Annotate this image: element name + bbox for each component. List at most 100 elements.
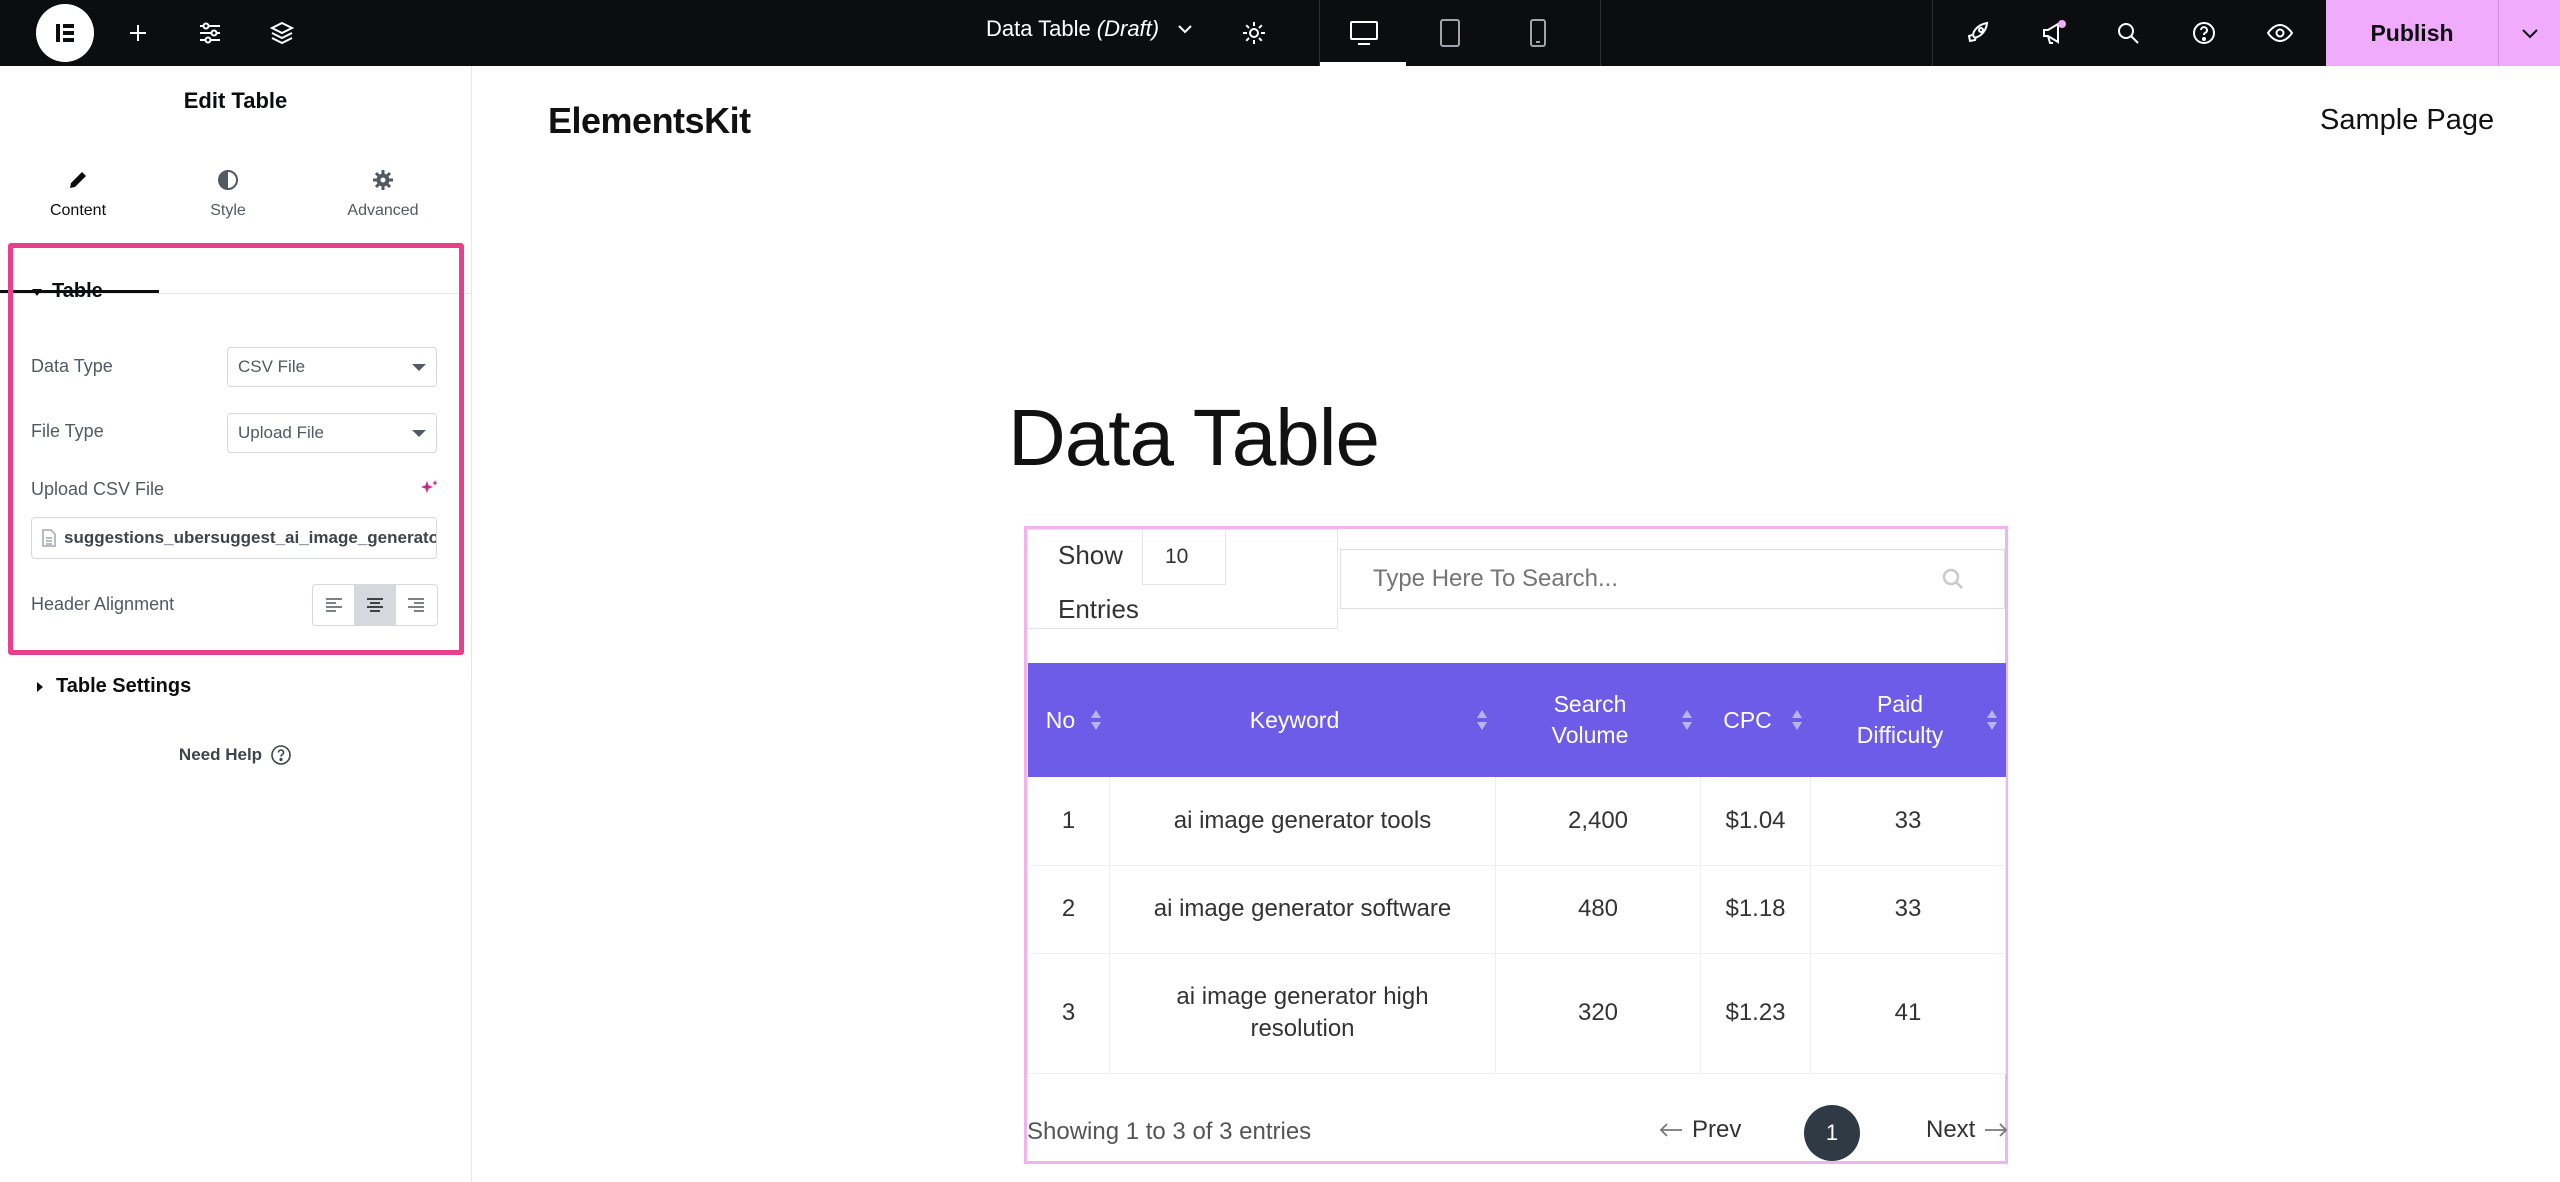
- table-info: Showing 1 to 3 of 3 entries: [1027, 1118, 1312, 1145]
- header-label: Keyword: [1249, 706, 1340, 733]
- section-table-toggle[interactable]: Table: [30, 280, 103, 303]
- header-label: No: [1045, 706, 1076, 733]
- mobile-view-icon[interactable]: [1516, 11, 1560, 55]
- section-table-settings-toggle[interactable]: Table Settings: [34, 675, 191, 698]
- document-status: (Draft): [1096, 16, 1160, 41]
- file-name: suggestions_ubersuggest_ai_image_generat…: [64, 528, 437, 547]
- help-circle-icon: [270, 744, 292, 766]
- caret-down-icon: [412, 364, 426, 371]
- next-page-button[interactable]: Next: [1926, 1116, 2009, 1144]
- show-label: Show: [1058, 540, 1124, 570]
- divider: [1932, 0, 1933, 66]
- header-label: Search Volume: [1551, 691, 1629, 748]
- publish-button[interactable]: Publish: [2326, 0, 2498, 66]
- chevron-down-icon: [1175, 19, 1195, 39]
- elementor-logo-icon[interactable]: [36, 4, 94, 62]
- align-center-icon[interactable]: [354, 585, 396, 625]
- top-bar: Data Table (Draft) Publish: [0, 0, 2560, 66]
- table-cell: ai image generator high resolution: [1109, 953, 1496, 1074]
- table-cell: ai image generator tools: [1109, 777, 1496, 866]
- caret-down-icon: [32, 288, 42, 296]
- layers-icon[interactable]: [262, 13, 302, 53]
- table-cell: 2: [1027, 865, 1110, 954]
- file-icon: [42, 529, 56, 547]
- search-icon[interactable]: [1940, 566, 1966, 592]
- page-heading: Data Table: [1008, 393, 1380, 482]
- divider: [1319, 0, 1320, 66]
- sort-icon: [1791, 709, 1803, 731]
- table-cell: 33: [1810, 865, 2006, 954]
- header-alignment-group: [312, 584, 438, 626]
- page-1-button[interactable]: 1: [1804, 1105, 1860, 1161]
- file-type-select[interactable]: Upload File: [227, 413, 437, 453]
- caret-down-icon: [412, 430, 426, 437]
- document-title[interactable]: Data Table (Draft): [986, 0, 1195, 58]
- sort-icon: [1681, 709, 1693, 731]
- rocket-icon[interactable]: [1958, 13, 1998, 53]
- column-header-keyword[interactable]: Keyword: [1109, 663, 1496, 777]
- page-settings-gear-icon[interactable]: [1234, 13, 1274, 53]
- section-title: Table: [52, 280, 103, 302]
- site-brand[interactable]: ElementsKit: [548, 100, 751, 142]
- entries-label: Entries: [1058, 594, 1139, 624]
- table-cell: 1: [1027, 777, 1110, 866]
- divider: [1600, 0, 1601, 66]
- header-alignment-label: Header Alignment: [31, 594, 175, 614]
- tab-label: Advanced: [347, 202, 419, 219]
- align-left-icon[interactable]: [313, 585, 354, 625]
- caret-right-icon: [37, 681, 43, 692]
- tablet-view-icon[interactable]: [1428, 11, 1472, 55]
- sort-icon: [1476, 709, 1488, 731]
- column-header-no[interactable]: No: [1027, 663, 1110, 777]
- nav-link-sample-page[interactable]: Sample Page: [2320, 104, 2494, 137]
- arrow-left-icon: [1658, 1121, 1684, 1139]
- data-type-value: CSV File: [238, 357, 306, 376]
- table-cell: $1.04: [1700, 777, 1811, 866]
- need-help-label: Need Help: [178, 745, 263, 764]
- upload-csv-label: Upload CSV File: [31, 479, 165, 499]
- table-row: 1 ai image generator tools 2,400 $1.04 3…: [1027, 777, 2006, 866]
- column-header-paid-difficulty[interactable]: Paid Difficulty: [1810, 663, 2006, 777]
- announcements-megaphone-icon[interactable]: [2034, 13, 2074, 53]
- sort-icon: [1986, 709, 1998, 731]
- search-icon[interactable]: [2108, 13, 2148, 53]
- file-type-label: File Type: [31, 421, 104, 441]
- table-cell: $1.23: [1700, 953, 1811, 1074]
- section-title: Table Settings: [56, 675, 192, 697]
- align-right-icon[interactable]: [396, 585, 437, 625]
- tab-label: Style: [210, 202, 246, 219]
- next-label: Next: [1926, 1116, 1976, 1143]
- sort-icon: [1090, 709, 1102, 731]
- column-header-search-volume[interactable]: Search Volume: [1495, 663, 1701, 777]
- data-type-select[interactable]: CSV File: [227, 347, 437, 387]
- table-row: 2 ai image generator software 480 $1.18 …: [1027, 865, 2006, 954]
- prev-label: Prev: [1692, 1116, 1742, 1143]
- table-cell: 480: [1495, 865, 1701, 954]
- entries-select[interactable]: 10: [1142, 529, 1226, 585]
- table-cell: 3: [1027, 953, 1110, 1074]
- uploaded-file-field[interactable]: suggestions_ubersuggest_ai_image_generat…: [31, 517, 437, 559]
- table-header-row: No Keyword Search Volume CPC Paid Diffic…: [1027, 663, 2006, 777]
- prev-page-button[interactable]: Prev: [1658, 1116, 1741, 1144]
- header-label: CPC: [1723, 706, 1772, 733]
- header-label: Paid Difficulty: [1856, 691, 1944, 748]
- table-cell: 2,400: [1495, 777, 1701, 866]
- table-search-box: [1340, 549, 2005, 609]
- arrow-right-icon: [1983, 1121, 2009, 1139]
- desktop-view-icon[interactable]: [1342, 11, 1386, 55]
- ai-sparkle-icon[interactable]: [418, 478, 440, 500]
- panel-title: Edit Table: [183, 88, 288, 113]
- gear-icon: [371, 166, 395, 194]
- table-cell: 320: [1495, 953, 1701, 1074]
- table-cell: 33: [1810, 777, 2006, 866]
- preview-eye-icon[interactable]: [2260, 13, 2300, 53]
- need-help-link[interactable]: Need Help: [0, 744, 471, 766]
- column-header-cpc[interactable]: CPC: [1700, 663, 1811, 777]
- tab-label: Content: [49, 202, 107, 219]
- publish-options-chevron-icon[interactable]: [2498, 0, 2560, 66]
- table-search-input[interactable]: [1371, 564, 1915, 594]
- add-element-icon[interactable]: [118, 13, 158, 53]
- table-row: 3 ai image generator high resolution 320…: [1027, 953, 2006, 1074]
- help-icon[interactable]: [2184, 13, 2224, 53]
- site-settings-icon[interactable]: [190, 13, 230, 53]
